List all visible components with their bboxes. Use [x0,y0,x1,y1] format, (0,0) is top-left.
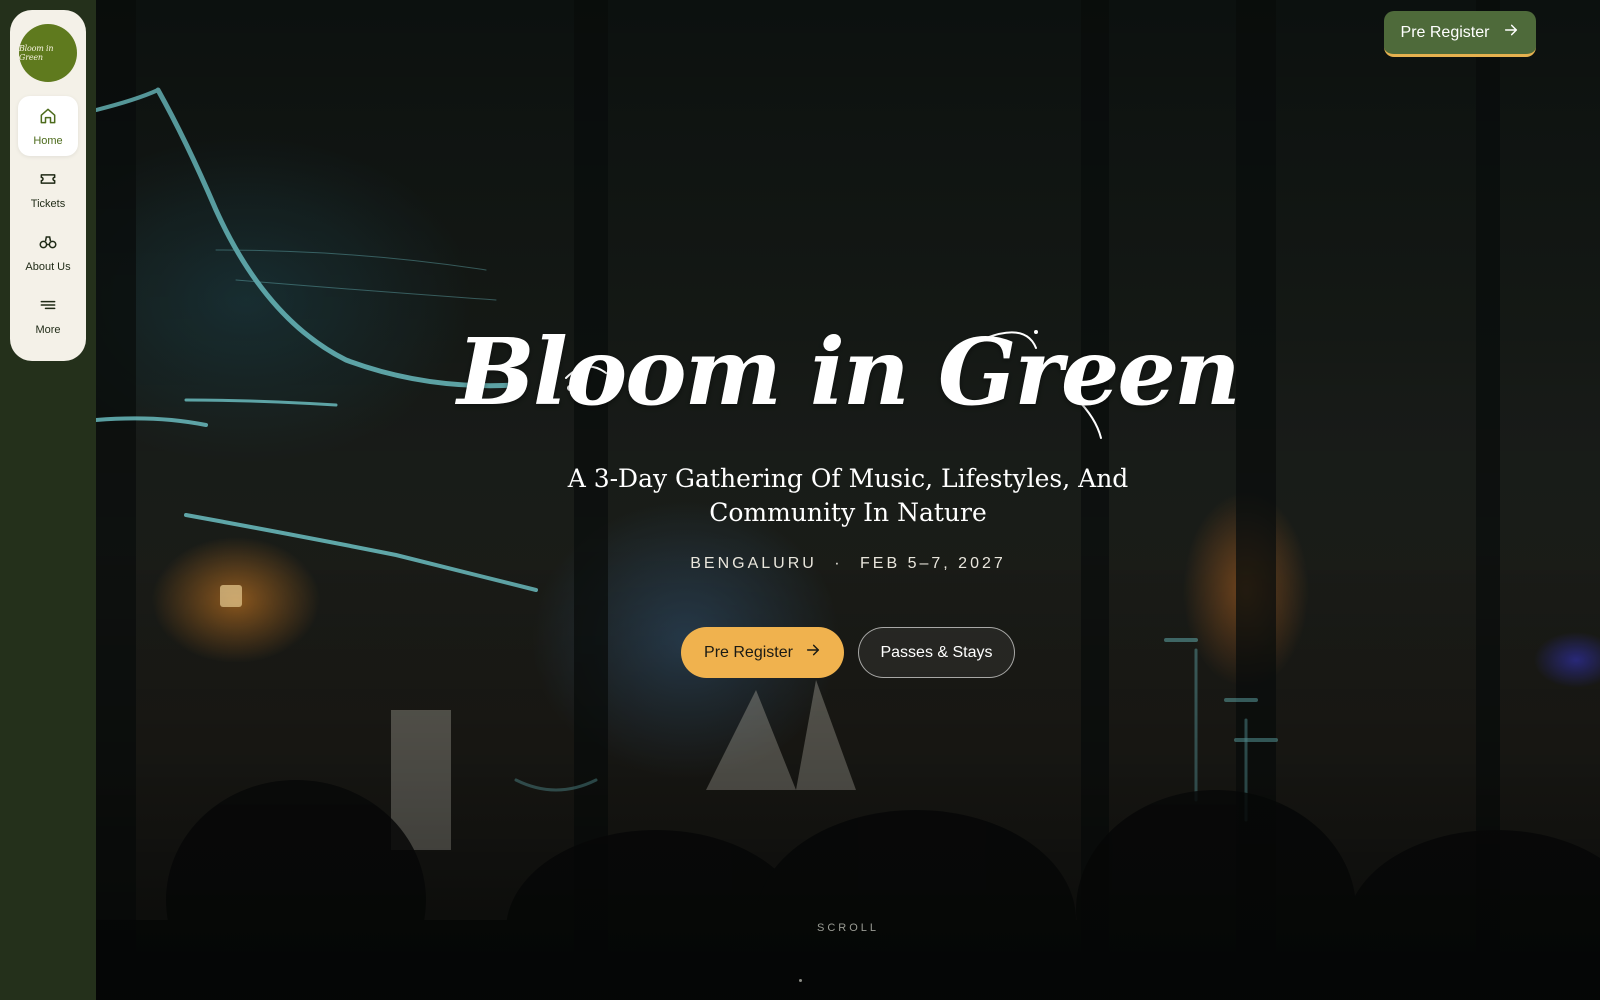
brand-logo-text: Bloom in Green [19,44,54,62]
sidebar-nav: Bloom in Green Home Tickets About Us Mor… [10,10,86,361]
scroll-indicator-label: SCROLL [816,922,880,934]
ticket-icon [38,169,58,194]
binoculars-icon [38,232,58,257]
hero-cta-row: Pre Register Passes & Stays [96,627,1600,678]
scroll-indicator-dot [799,979,802,982]
hero-tagline: A 3-Day Gathering Of Music, Lifestyles, … [567,464,1129,527]
pre-register-button[interactable]: Pre Register [681,627,844,678]
event-location: BENGALURU [690,555,817,572]
passes-stays-button[interactable]: Passes & Stays [858,627,1015,678]
sidebar-item-label: About Us [25,260,71,273]
hero-section: Pre Register Bloom in Green A 3-Day Gath… [96,0,1600,1000]
sidebar-item-tickets[interactable]: Tickets [18,159,78,219]
passes-stays-label: Passes & Stays [880,643,993,661]
event-meta: BENGALURU · FEB 5–7, 2027 [96,555,1600,573]
sidebar-item-about-us[interactable]: About Us [18,222,78,282]
brand-logo[interactable]: Bloom in Green [19,24,77,82]
sidebar-item-home[interactable]: Home [18,96,78,156]
hero-title: Bloom in Green [457,318,1241,426]
sidebar-item-label: Home [33,134,63,147]
sidebar-item-label: Tickets [30,197,66,210]
sidebar-item-more[interactable]: More [18,285,78,345]
hero-content: Bloom in Green A 3-Day Gathering Of Musi… [96,0,1600,1000]
sidebar-item-label: More [35,323,61,336]
home-icon [38,106,58,131]
pre-register-label: Pre Register [704,643,793,661]
menu-icon [38,295,58,320]
event-dates: FEB 5–7, 2027 [860,555,1006,572]
arrow-right-icon [805,642,821,663]
meta-separator: · [834,555,843,572]
